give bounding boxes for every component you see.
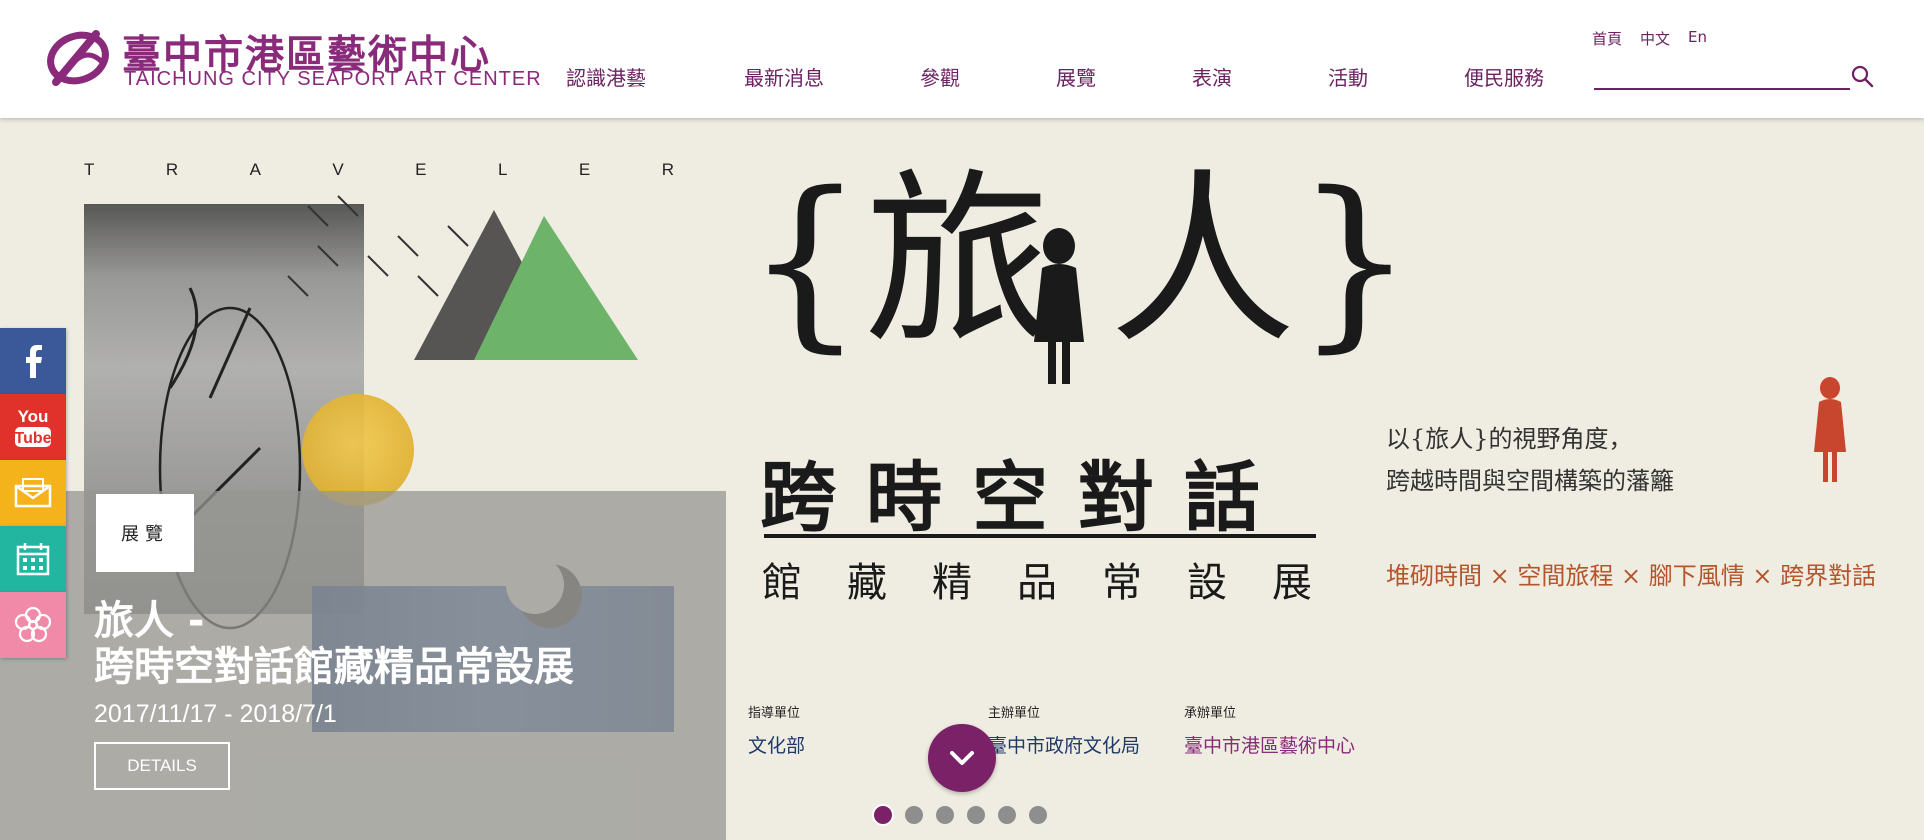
letter: R [661,160,674,179]
youtube-icon: You Tube [14,407,52,447]
slide-pagination [874,806,1047,824]
org-label: 承辦單位 [1184,706,1237,721]
desc-line-1: 以{旅人}的視野角度， [1386,425,1633,453]
nav-item-performances[interactable]: 表演 [1192,62,1232,91]
nav-item-services[interactable]: 便民服務 [1464,62,1544,91]
org-label: 主辦單位 [988,706,1041,721]
search-icon[interactable] [1850,64,1874,92]
nav-item-news[interactable]: 最新消息 [744,62,824,91]
letter: L [497,160,508,179]
category-tag: 展覽 [96,494,194,572]
artwork-yellow-sun [302,394,414,506]
slide-dot-3[interactable] [936,806,954,824]
nav-item-events[interactable]: 活動 [1328,62,1368,91]
facebook-button[interactable] [0,328,66,394]
letter: E [415,160,427,179]
svg-text:Tube: Tube [14,430,51,447]
slide-dot-5[interactable] [998,806,1016,824]
details-button[interactable]: DETAILS [94,742,230,790]
slide-date: 2017/11/17 - 2018/7/1 [94,700,337,728]
letter: V [332,160,344,179]
org-organizer: 承辦單位 臺中市港區藝術中心 [1184,702,1355,758]
lang-english-link[interactable]: En [1688,28,1707,46]
svg-text:You: You [18,407,49,426]
banner-themes: 堆砌時間 × 空間旅程 × 腳下風情 × 跨界對話 [1386,562,1877,590]
artwork-mountains [414,210,638,360]
calendar-icon [16,543,50,576]
mail-button[interactable] [0,460,66,526]
facebook-icon [26,345,42,378]
site-header: 臺中市港區藝術中心 TAICHUNG CITY SEAPORT ART CENT… [0,0,1924,118]
letter: R [165,160,179,179]
letter: E [578,160,591,179]
slide-dot-2[interactable] [905,806,923,824]
org-name: 臺中市政府文化局 [988,735,1141,757]
traveler-figure-icon [1814,377,1846,482]
slide-dot-4[interactable] [967,806,985,824]
nav-item-exhibitions[interactable]: 展覽 [1056,62,1096,91]
mail-icon [14,478,52,508]
lang-chinese-link[interactable]: 中文 [1640,28,1670,49]
slide-title: 旅人 - 跨時空對話館藏精品常設展 [94,598,574,690]
desc-line-2: 跨越時間與空間構築的藩籬 [1386,467,1674,495]
slide-title-line-2: 跨時空對話館藏精品常設展 [94,644,574,690]
org-label: 指導單位 [748,706,801,721]
social-sidebar: You Tube [0,328,66,658]
org-name: 臺中市港區藝術中心 [1184,735,1356,757]
banner-subtitle: 跨時空對話 [760,453,1290,542]
traveler-silhouette-icon [1034,228,1084,384]
nav-item-about[interactable]: 認識港藝 [566,62,646,91]
traveler-letters: T R A V E L E R [84,160,674,184]
letter: T [84,160,95,179]
youtube-button[interactable]: You Tube [0,394,66,460]
search-input[interactable] [1594,62,1850,90]
search-box [1594,62,1874,90]
title-divider [764,534,1316,538]
calendar-button[interactable] [0,526,66,592]
flower-button[interactable] [0,592,66,658]
org-host: 主辦單位 臺中市政府文化局 [988,702,1140,758]
banner-subtitle-2: 館藏精品常設展 [762,560,1357,606]
nav-item-visit[interactable]: 參觀 [920,62,960,91]
org-name: 文化部 [748,735,806,757]
lang-home-link[interactable]: 首頁 [1592,28,1622,49]
org-guidance: 指導單位 文化部 [748,702,805,758]
slide-dot-1[interactable] [874,806,892,824]
chevron-down-icon [950,751,974,765]
slide-dot-6[interactable] [1029,806,1047,824]
banner-description: 以{旅人}的視野角度， 跨越時間與空間構築的藩籬 [1386,418,1674,502]
scroll-down-button[interactable] [928,724,996,792]
letter: A [249,160,261,179]
slide-title-line-1: 旅人 - [94,598,205,644]
flower-icon [14,606,52,643]
